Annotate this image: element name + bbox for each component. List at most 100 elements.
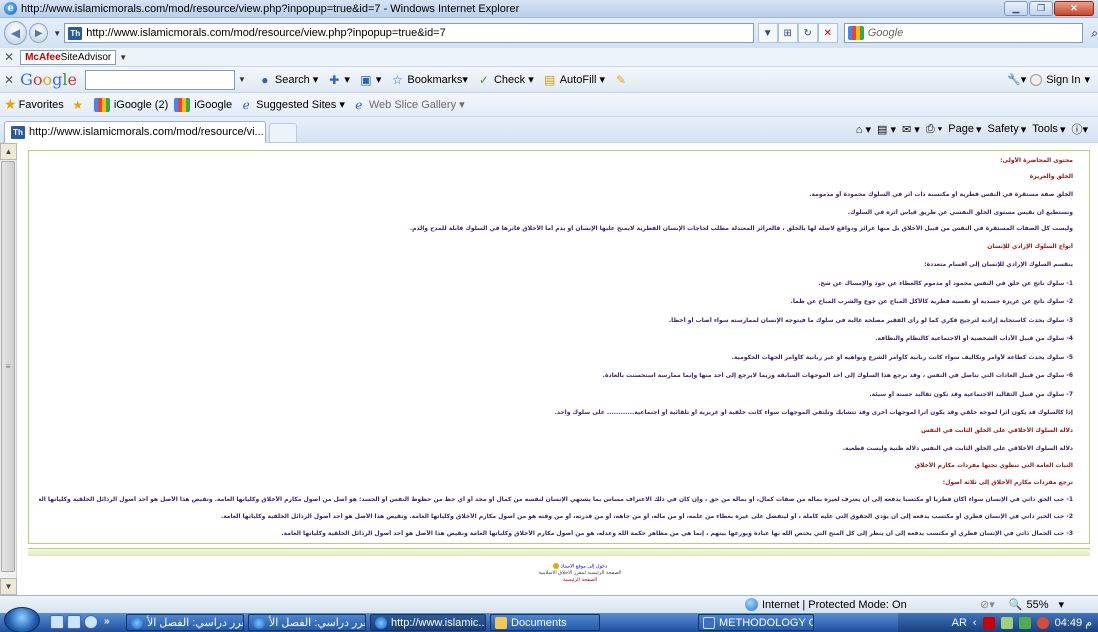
close-toolbar-icon[interactable]: ✕ (4, 50, 14, 64)
taskbar-button-course-1[interactable]: مقرر دراسي: الفصل الأ... (126, 614, 244, 631)
search-box[interactable]: Google (843, 23, 1084, 43)
star-icon: ☆ (392, 72, 403, 87)
highlighter-button[interactable]: ✎ (613, 72, 631, 88)
share-icon: ✚ (329, 72, 340, 87)
address-dropdown-icon[interactable]: ▼ (757, 23, 778, 43)
taskbar-button-islamicmorals[interactable]: http://www.islamic... (370, 614, 486, 631)
volume-tray-icon[interactable] (1036, 616, 1049, 629)
stop-icon[interactable]: ✕ (817, 23, 838, 43)
signin-button[interactable]: Sign In (1046, 74, 1080, 86)
share-button[interactable]: ✚ ▾ (326, 72, 350, 88)
teacher-login-link[interactable]: دخول إلى موقع الاستاذ (520, 563, 640, 570)
taskbar-button-documents[interactable]: Documents (490, 614, 600, 631)
folder-icon (495, 616, 507, 629)
content-paragraph: ينقسم السلوك الإرادي للإنسان إلى أقسام م… (924, 261, 1073, 268)
content-paragraph: الخلق صفة مستقرة في النفس فطرية أو مكتسب… (809, 191, 1073, 198)
content-subheading: ترجع مفردات مكارم الأخلاق إلى ثلاثة أصول… (942, 479, 1073, 486)
tab-label: http://www.islamicmorals.com/mod/resourc… (29, 126, 264, 138)
quick-launch-overflow-icon[interactable]: » (104, 616, 110, 627)
course-home-link[interactable]: الصفحة الرئيسية لمقرر الاخلاق الاسلامية (520, 570, 640, 577)
google-search-dropdown-icon[interactable]: ▼ (238, 75, 246, 84)
page-footer-band (28, 548, 1090, 556)
clock[interactable]: 04:49 م (1055, 616, 1092, 629)
signin-dropdown-icon[interactable]: ▾ (1084, 73, 1090, 86)
mcafee-siteadvisor-button[interactable]: McAfee SiteAdvisor (20, 49, 117, 65)
bookmarks-button[interactable]: ☆ Bookmarks ▾ (389, 72, 468, 88)
ie-quicklaunch-icon[interactable] (84, 615, 98, 629)
security-zone[interactable]: Internet | Protected Mode: On (745, 598, 907, 611)
language-indicator[interactable]: AR (952, 617, 967, 629)
browser-tab-active[interactable]: Th http://www.islamicmorals.com/mod/reso… (4, 120, 266, 143)
zoom-dropdown-icon[interactable]: ▾ (1058, 598, 1064, 611)
scroll-up-arrow[interactable]: ▲ (0, 143, 17, 160)
mcafee-dropdown-icon[interactable]: ▼ (119, 53, 127, 62)
tray-expand-icon[interactable]: ‹ (973, 617, 977, 629)
switch-windows-icon[interactable] (67, 615, 81, 629)
address-bar[interactable]: Th http://www.islamicmorals.com/mod/reso… (64, 23, 754, 43)
vertical-scrollbar[interactable]: ▲ ≡ ▼ (0, 143, 17, 595)
messenger-tray-icon[interactable] (1018, 616, 1031, 629)
favorites-link-igoogle[interactable]: iGoogle (174, 97, 232, 112)
web-slice-gallery-link[interactable]: ℯ Web Slice Gallery ▾ (351, 97, 464, 113)
google-search-button[interactable]: ● Search ▾ (257, 72, 318, 88)
zone-label: Internet | Protected Mode: On (762, 598, 907, 611)
sidewiki-button[interactable]: ▣ ▾ (358, 72, 381, 88)
compatibility-icon[interactable]: ⊞ (777, 23, 798, 43)
taskbar-button-course-2[interactable]: مقرر دراسي: الفصل الأ... (248, 614, 366, 631)
mcafee-tray-icon[interactable] (982, 616, 995, 629)
refresh-icon[interactable]: ↻ (797, 23, 818, 43)
wrench-icon[interactable]: 🔧▾ (1007, 73, 1026, 86)
page-menu[interactable]: Page ▾ (948, 123, 981, 136)
maximize-button[interactable]: ❐ (1029, 1, 1053, 16)
print-button[interactable]: ⎙ ▾ (926, 123, 942, 136)
start-button[interactable] (4, 607, 40, 632)
igoogle-icon (174, 97, 191, 112)
igoogle-icon (93, 97, 110, 112)
window-controls: ▁ ❐ ✕ (1004, 1, 1094, 16)
help-icon (552, 563, 559, 569)
mail-button[interactable]: ✉ ▾ (902, 123, 920, 136)
home-page-link[interactable]: الصفحة الرئيسية (520, 577, 640, 584)
autofill-button[interactable]: ▤ AutoFill ▾ (542, 72, 605, 88)
close-google-toolbar-icon[interactable]: ✕ (4, 73, 14, 87)
mcafee-brand: McAfee (25, 51, 61, 63)
ie-logo-icon: e (4, 2, 17, 15)
content-list-item: 4- سلوك من قبيل الآداب الشخصية أو الاجتم… (875, 335, 1073, 342)
search-go-icon[interactable]: ⌕ (1091, 26, 1098, 41)
google-search-input[interactable] (84, 69, 235, 90)
address-url: http://www.islamicmorals.com/mod/resourc… (86, 27, 446, 39)
feeds-button[interactable]: ▤ ▾ (877, 123, 896, 136)
content-list-item: 3- سلوك يحدث كاستجابة إرادية لترجيح فكري… (668, 317, 1073, 324)
spell-check-button[interactable]: ✓ Check ▾ (476, 72, 534, 88)
command-bar: ⌂ ▾ ▤ ▾ ✉ ▾ ⎙ ▾ Page ▾ Safety ▾ Tools ▾ ⓘ▾ (856, 121, 1088, 137)
home-button[interactable]: ⌂ ▾ (856, 123, 871, 136)
new-tab-button[interactable] (269, 122, 297, 143)
highlighter-icon: ✎ (615, 72, 627, 87)
suggested-sites-link[interactable]: ℯ Suggested Sites ▾ (238, 97, 345, 113)
favorites-link-igoogle-2[interactable]: iGoogle (2) (93, 97, 168, 112)
content-list-item: 6- سلوك من قبيل العادات التي تتأصل في ال… (602, 372, 1073, 379)
network-tray-icon[interactable] (1000, 616, 1013, 629)
page-viewport: ▲ ≡ ▼ محتوى المحاضرة الأولى: الخلق والغر… (0, 143, 1098, 595)
add-favorites-icon[interactable]: ★ (70, 97, 86, 113)
scroll-thumb[interactable]: ≡ (1, 161, 15, 572)
scroll-down-arrow[interactable]: ▼ (0, 578, 17, 595)
zoom-control[interactable]: ⊘▾ 🔍 55% ▾ (980, 598, 1064, 612)
close-button[interactable]: ✕ (1054, 1, 1094, 16)
content-paragraph: دلالة السلوك الأخلاقي على الخلق الثابت ف… (842, 445, 1073, 452)
minimize-button[interactable]: ▁ (1004, 1, 1028, 16)
quick-launch (50, 615, 98, 629)
help-button[interactable]: ⓘ▾ (1071, 121, 1088, 137)
lecture-content-box: محتوى المحاضرة الأولى: الخلق والغريزة ال… (28, 150, 1090, 544)
google-toolbar: ✕ Google ▼ ● Search ▾ ✚ ▾ ▣ ▾ ☆ Bookmarks ▾ ✓… (0, 67, 1098, 93)
taskbar-button-methodology[interactable]: METHODOLOGY C... (698, 614, 814, 631)
autofill-icon: ▤ (544, 72, 556, 87)
show-desktop-icon[interactable] (50, 615, 64, 629)
tools-menu[interactable]: Tools ▾ (1032, 123, 1065, 136)
history-dropdown-icon[interactable]: ▼ (53, 29, 61, 38)
forward-button[interactable]: ▶ (29, 23, 49, 43)
favorites-button[interactable]: Favorites (19, 99, 64, 111)
back-button[interactable]: ◀ (4, 21, 28, 45)
footer-links: دخول إلى موقع الاستاذ الصفحة الرئيسية لم… (520, 563, 640, 584)
safety-menu[interactable]: Safety ▾ (988, 123, 1027, 136)
